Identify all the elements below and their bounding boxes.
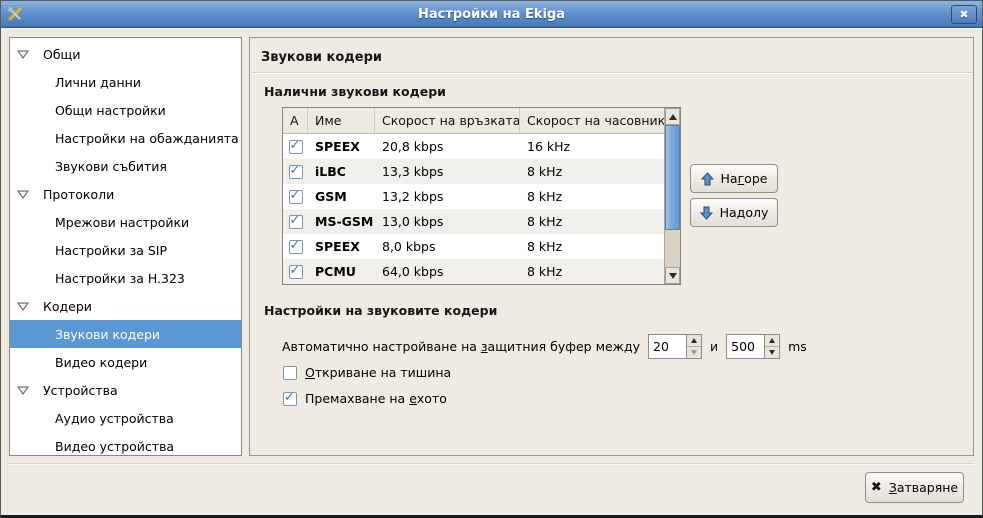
window-close-button[interactable]: ✖: [951, 5, 977, 24]
jitter-conjunction-label: и: [710, 339, 718, 354]
sidebar-item-call-options[interactable]: Настройки на обажданията: [10, 124, 241, 152]
spin-down-icon: [691, 350, 697, 355]
silence-detection-option[interactable]: ✓ Откриване на тишина: [283, 365, 451, 380]
spin-down-button[interactable]: [687, 347, 701, 358]
spin-up-button[interactable]: [687, 335, 701, 347]
titlebar: Настройки на Ekiga ✖: [1, 1, 982, 28]
column-header-active[interactable]: A: [283, 108, 308, 133]
page-title: Звукови кодери: [261, 50, 382, 65]
sidebar-item-codecs[interactable]: Кодери: [10, 292, 241, 320]
codec-table: A Име Скорост на връзката Скорост на час…: [282, 107, 681, 285]
scrollbar-thumb[interactable]: [665, 125, 680, 230]
audio-codecs-page: Звукови кодери Налични звукови кодери A …: [249, 37, 974, 456]
jitter-buffer-label: Автоматично настройване на защитния буфе…: [282, 339, 640, 354]
jitter-max-spinbox: [726, 334, 780, 359]
jitter-buffer-row: Автоматично настройване на защитния буфе…: [282, 333, 807, 359]
expander-icon[interactable]: [17, 49, 29, 59]
scrollbar-track[interactable]: [665, 125, 680, 267]
expander-icon[interactable]: [17, 385, 29, 395]
codec-row[interactable]: ✓ SPEEX 8,0 kbps 8 kHz: [283, 234, 664, 259]
sidebar-item-video-devices[interactable]: Видео устройства: [10, 432, 241, 456]
window-title: Настройки на Ekiga: [1, 7, 982, 22]
codec-row[interactable]: ✓ SPEEX 20,8 kbps 16 kHz: [283, 134, 664, 159]
jitter-min-input[interactable]: [649, 335, 686, 358]
move-up-button[interactable]: Нагоре: [690, 164, 778, 193]
sidebar-item-sound-events[interactable]: Звукови събития: [10, 152, 241, 180]
close-dialog-button[interactable]: ✖ Затваряне: [865, 472, 964, 503]
spin-down-icon: [769, 350, 775, 355]
silence-detection-checkbox[interactable]: ✓: [283, 366, 297, 380]
codec-enabled-checkbox[interactable]: ✓: [289, 240, 303, 254]
move-down-button[interactable]: Надолу: [690, 198, 778, 227]
codec-row[interactable]: ✓ iLBC 13,3 kbps 8 kHz: [283, 159, 664, 184]
sidebar-item-video-codecs[interactable]: Видео кодери: [10, 348, 241, 376]
codec-row[interactable]: ✓ PCMU 64,0 kbps 8 kHz: [283, 259, 664, 284]
footer-separator: [9, 463, 974, 465]
sidebar-item-h323-settings[interactable]: Настройки за H.323: [10, 264, 241, 292]
spin-down-button[interactable]: [765, 347, 779, 358]
codec-enabled-checkbox[interactable]: ✓: [289, 215, 303, 229]
sidebar-item-devices[interactable]: Устройства: [10, 376, 241, 404]
codec-enabled-checkbox[interactable]: ✓: [289, 265, 303, 279]
column-header-name[interactable]: Име: [308, 108, 375, 133]
close-x-icon: ✖: [871, 480, 882, 495]
sidebar-item-sip-settings[interactable]: Настройки за SIP: [10, 236, 241, 264]
move-down-label: Надолу: [720, 205, 769, 220]
settings-tree: Общи Лични данни Общи настройки Настройк…: [9, 37, 242, 456]
codec-enabled-checkbox[interactable]: ✓: [289, 190, 303, 204]
sidebar-item-network-settings[interactable]: Мрежови настройки: [10, 208, 241, 236]
spinner-buttons: [686, 335, 701, 358]
column-header-clockrate[interactable]: Скорост на часовника: [520, 108, 664, 133]
vertical-scrollbar: [664, 108, 680, 284]
arrow-down-icon: [669, 273, 677, 279]
codec-row[interactable]: ✓ GSM 13,2 kbps 8 kHz: [283, 184, 664, 209]
spin-up-icon: [691, 338, 697, 343]
scroll-down-button[interactable]: [665, 267, 680, 284]
expander-icon[interactable]: [17, 301, 29, 311]
codec-table-header: A Име Скорост на връзката Скорост на час…: [283, 108, 664, 134]
move-up-label: Нагоре: [721, 171, 768, 186]
codec-enabled-checkbox[interactable]: ✓: [289, 140, 303, 154]
available-codecs-section-label: Налични звукови кодери: [264, 84, 446, 99]
sidebar-item-general-settings[interactable]: Общи настройки: [10, 96, 241, 124]
codec-settings-section-label: Настройки на звуковите кодери: [264, 303, 497, 318]
title-separator: [251, 72, 972, 74]
jitter-unit-label: ms: [788, 339, 807, 354]
jitter-max-input[interactable]: [727, 335, 764, 358]
sidebar-item-general[interactable]: Общи: [10, 40, 241, 68]
close-dialog-label: Затваряне: [889, 480, 958, 495]
up-arrow-icon: [701, 172, 714, 186]
sidebar-item-audio-devices[interactable]: Аудио устройства: [10, 404, 241, 432]
echo-cancellation-option[interactable]: ✓ Премахване на ехото: [283, 391, 447, 406]
silence-detection-label: Откриване на тишина: [305, 365, 451, 380]
codec-row[interactable]: ✓ MS-GSM 13,0 kbps 8 kHz: [283, 209, 664, 234]
sidebar-item-personal-data[interactable]: Лични данни: [10, 68, 241, 96]
down-arrow-icon: [700, 206, 713, 220]
echo-cancellation-label: Премахване на ехото: [305, 391, 447, 406]
column-header-bitrate[interactable]: Скорост на връзката: [375, 108, 520, 133]
sidebar-item-audio-codecs[interactable]: Звукови кодери: [10, 320, 241, 348]
expander-icon[interactable]: [17, 189, 29, 199]
spin-up-icon: [769, 338, 775, 343]
preferences-dialog: Настройки на Ekiga ✖ Общи Лични данни Об…: [0, 0, 983, 518]
sidebar-item-protocols[interactable]: Протоколи: [10, 180, 241, 208]
jitter-min-spinbox: [648, 334, 702, 359]
arrow-up-icon: [669, 114, 677, 120]
scroll-up-button[interactable]: [665, 108, 680, 125]
spin-up-button[interactable]: [765, 335, 779, 347]
spinner-buttons: [764, 335, 779, 358]
codec-enabled-checkbox[interactable]: ✓: [289, 165, 303, 179]
echo-cancellation-checkbox[interactable]: ✓: [283, 392, 297, 406]
